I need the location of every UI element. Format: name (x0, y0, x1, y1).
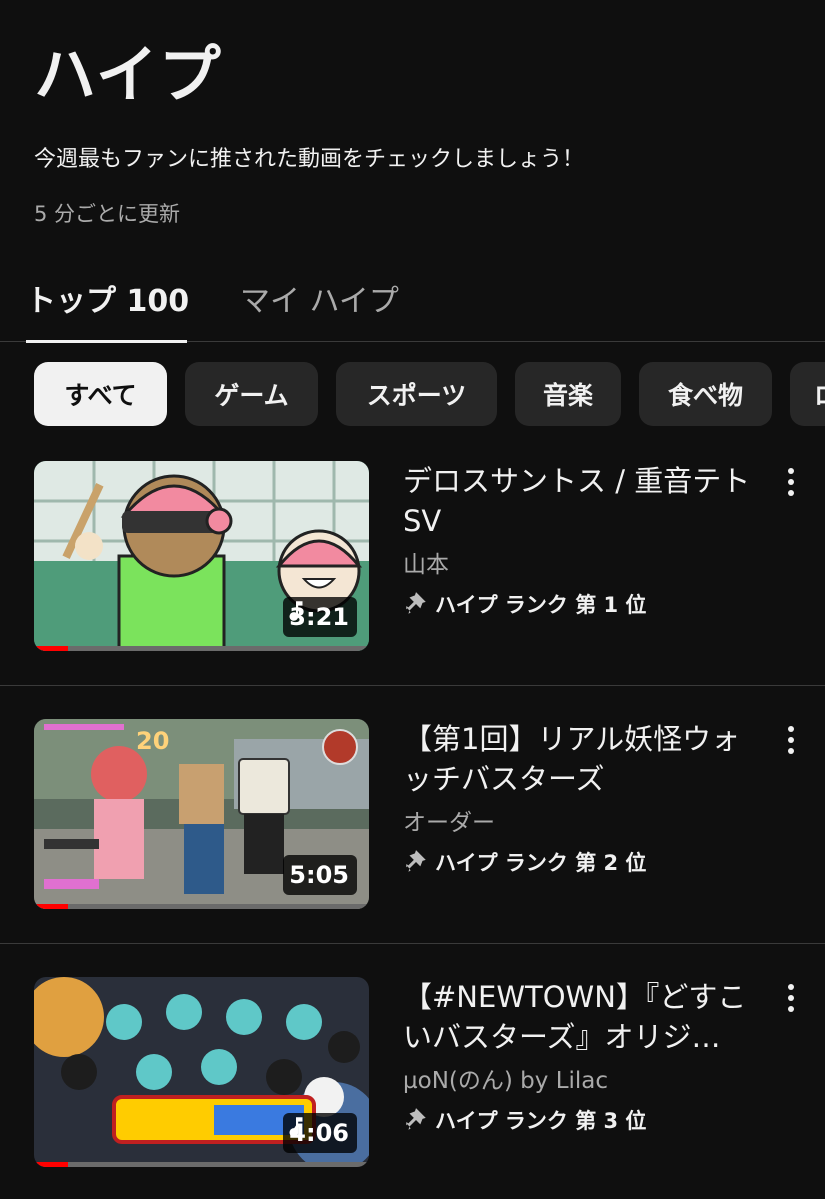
music-note-icon (289, 1117, 303, 1137)
chip-music[interactable]: 音楽 (515, 362, 621, 426)
hype-rank-text: ハイプ ランク 第 2 位 (435, 851, 647, 875)
duration-badge: 3:21 (283, 597, 357, 637)
channel-name[interactable]: µoN(のん) by Lilac (403, 1061, 608, 1095)
more-vert-dot (788, 490, 794, 496)
video-thumbnail[interactable]: 4:06 (34, 977, 369, 1167)
combo-counter: 20 (136, 727, 170, 755)
hype-rank-text: ハイプ ランク 第 1 位 (435, 593, 647, 617)
video-thumbnail[interactable]: 20 5:05 (34, 719, 369, 909)
music-note-icon (289, 601, 303, 621)
chip-all[interactable]: すべて (34, 362, 167, 426)
hype-rank: ハイプ ランク 第 2 位 (403, 847, 646, 877)
tab-top-100[interactable]: トップ 100 (26, 276, 189, 320)
hype-rank-text: ハイプ ランク 第 3 位 (435, 1109, 647, 1133)
more-vert-icon (788, 468, 794, 474)
more-vert-dot (788, 479, 794, 485)
chip-food[interactable]: 食べ物 (639, 362, 772, 426)
more-options-button[interactable] (778, 463, 804, 501)
video-title[interactable]: 【#NEWTOWN】『どすこいバスターズ』オリジ… (403, 977, 751, 1057)
duration-text: 5:05 (289, 861, 349, 889)
row-divider (0, 943, 825, 944)
tab-bar: トップ 100 マイ ハイプ (0, 262, 825, 343)
hype-megaphone-icon (406, 850, 426, 872)
watch-progress-fill (34, 646, 68, 651)
video-item[interactable]: 3:21 デロスサントス / 重音テトSV 山本 ハイプ ランク 第 1 位 (0, 461, 825, 718)
more-vert-icon (788, 726, 794, 732)
more-vert-dot (788, 748, 794, 754)
duration-badge: 5:05 (283, 855, 357, 895)
more-vert-dot (788, 995, 794, 1001)
chip-partial[interactable]: ロ (790, 362, 825, 426)
more-vert-dot (788, 1006, 794, 1012)
video-thumbnail[interactable]: 3:21 (34, 461, 369, 651)
video-title[interactable]: 【第1回】リアル妖怪ウォッチバスターズ (403, 719, 751, 799)
watch-progress-bar (34, 1162, 369, 1167)
update-note: 5 分ごとに更新 (34, 202, 181, 226)
row-divider (0, 685, 825, 686)
hype-megaphone-icon (406, 592, 426, 614)
chip-gaming[interactable]: ゲーム (185, 362, 318, 426)
hype-megaphone-icon (406, 1108, 426, 1130)
more-vert-icon (788, 984, 794, 990)
more-options-button[interactable] (778, 979, 804, 1017)
more-options-button[interactable] (778, 721, 804, 759)
active-tab-indicator (26, 340, 187, 343)
video-item[interactable]: 4:06 【#NEWTOWN】『どすこいバスターズ』オリジ… µoN(のん) b… (0, 977, 825, 1199)
tab-my-hype[interactable]: マイ ハイプ (240, 276, 399, 320)
watch-progress-fill (34, 904, 68, 909)
category-chip-bar: すべて ゲーム スポーツ 音楽 食べ物 ロ (0, 362, 825, 428)
watch-progress-fill (34, 1162, 68, 1167)
watch-progress-bar (34, 904, 369, 909)
more-vert-dot (788, 737, 794, 743)
chip-sports[interactable]: スポーツ (336, 362, 497, 426)
page-description: 今週最もファンに推された動画をチェックしましょう！ (34, 147, 585, 172)
channel-name[interactable]: オーダー (403, 803, 495, 837)
hype-rank: ハイプ ランク 第 1 位 (403, 589, 646, 619)
video-title[interactable]: デロスサントス / 重音テトSV (403, 461, 751, 541)
duration-badge: 4:06 (283, 1113, 357, 1153)
hype-rank: ハイプ ランク 第 3 位 (403, 1105, 646, 1135)
video-item[interactable]: 20 5:05 【第1回】リアル妖怪ウォッチバスターズ オーダー ハイプ ランク… (0, 719, 825, 976)
watch-progress-bar (34, 646, 369, 651)
page-title: ハイプ (34, 38, 222, 111)
channel-name[interactable]: 山本 (403, 545, 449, 579)
